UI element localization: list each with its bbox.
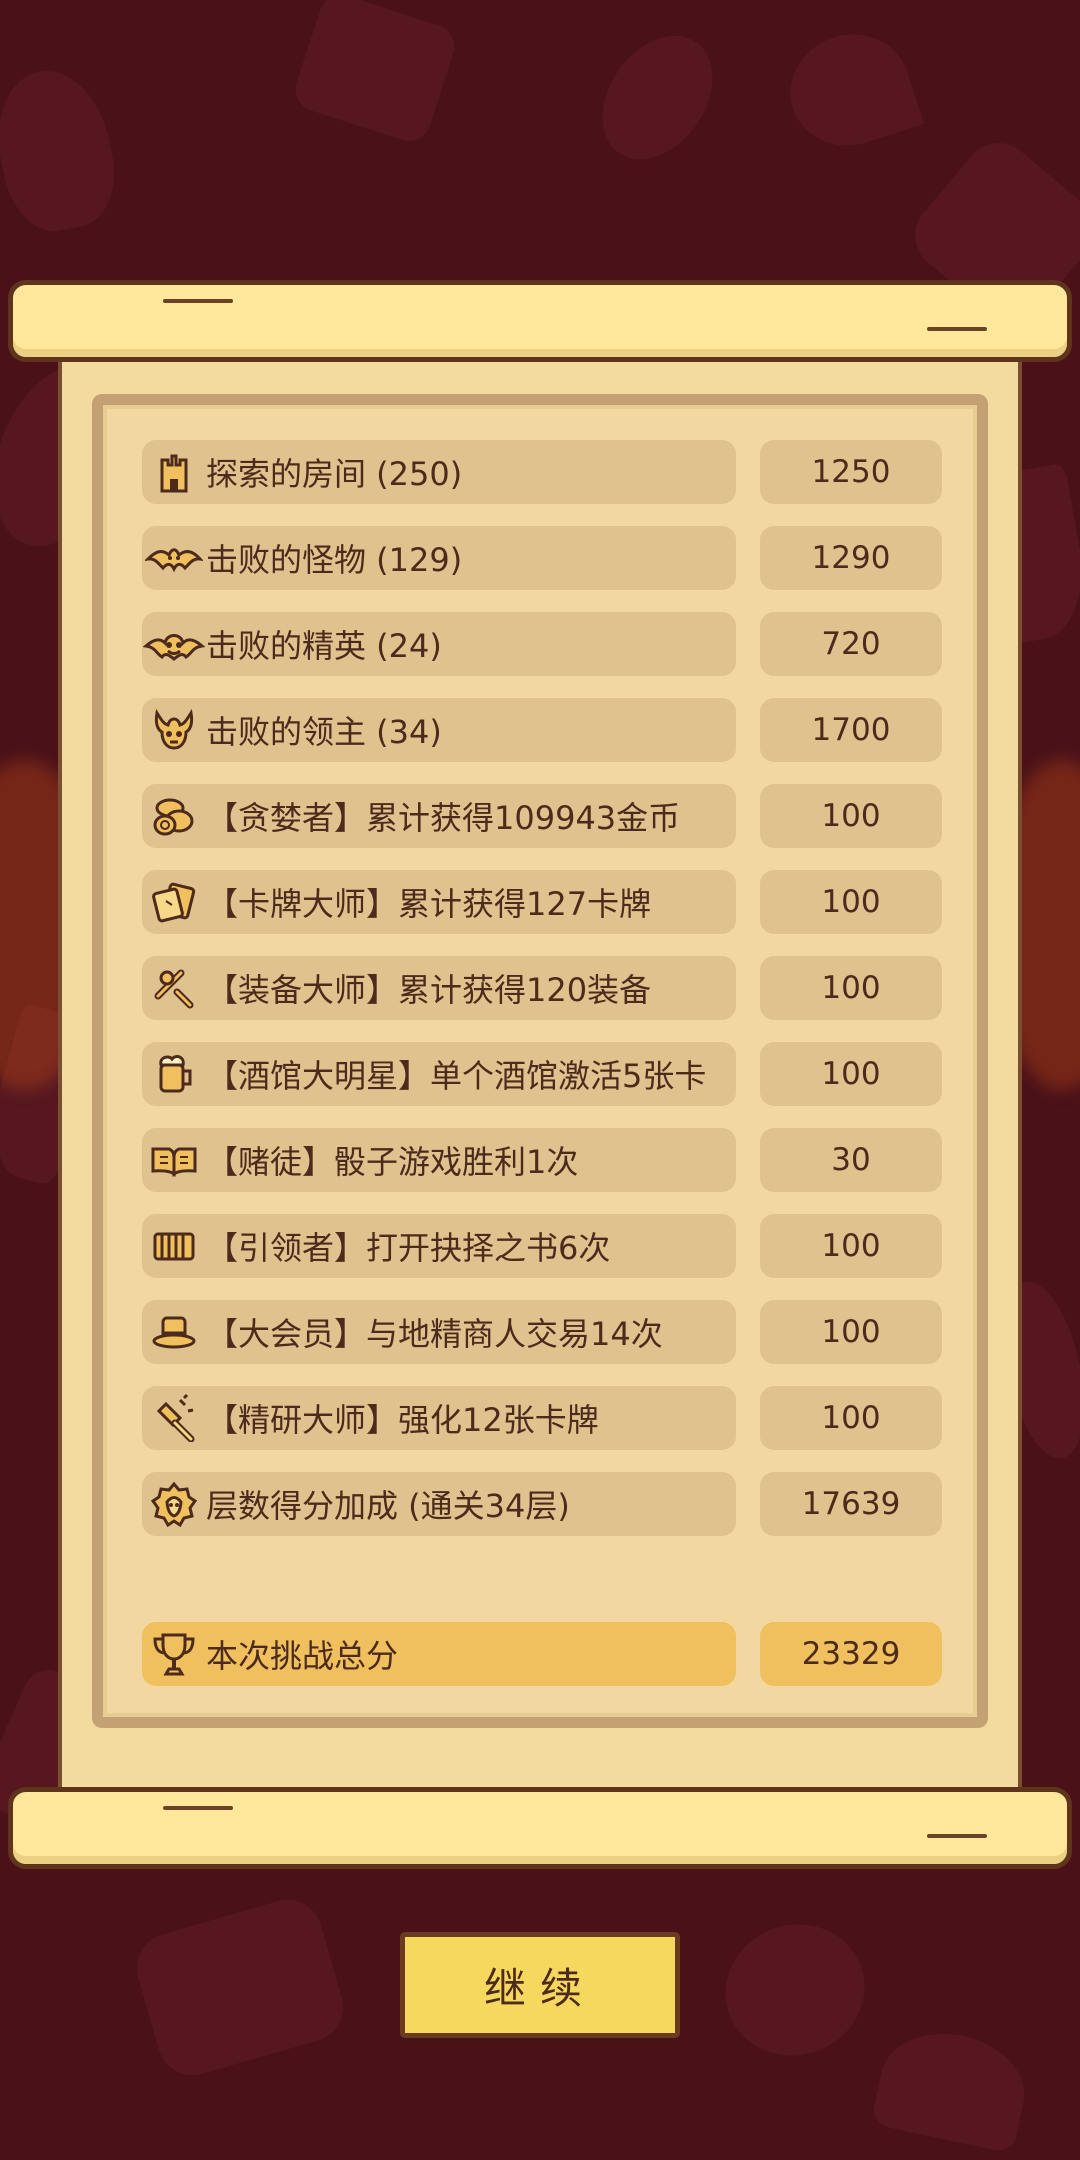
score-row-tavern: 【酒馆大明星】单个酒馆激活5张卡 100 <box>142 1042 942 1106</box>
hammer-icon <box>142 1386 206 1450</box>
score-row-rooms: 探索的房间 (250) 1250 <box>142 440 942 504</box>
score-value: 100 <box>760 1214 942 1278</box>
score-value: 17639 <box>760 1472 942 1536</box>
demon-face-icon <box>142 612 206 676</box>
score-label-pill: 【贪婪者】累计获得109943金币 <box>142 784 736 848</box>
total-score-value: 23329 <box>760 1622 942 1686</box>
continue-button[interactable]: 继续 <box>400 1932 680 2038</box>
score-label-pill: 击败的怪物 (129) <box>142 526 736 590</box>
total-score-row: 本次挑战总分 23329 <box>142 1622 942 1686</box>
score-value: 1250 <box>760 440 942 504</box>
score-label-pill: 层数得分加成 (通关34层) <box>142 1472 736 1536</box>
floor-bonus-icon <box>142 1472 206 1536</box>
score-row-floor-bonus: 层数得分加成 (通关34层) 17639 <box>142 1472 942 1536</box>
cards-icon <box>142 870 206 934</box>
total-label-pill: 本次挑战总分 <box>142 1622 736 1686</box>
score-row-gambler: 【赌徒】骰子游戏胜利1次 30 <box>142 1128 942 1192</box>
score-label: 击败的怪物 (129) <box>206 541 463 579</box>
score-label-pill: 击败的领主 (34) <box>142 698 736 762</box>
score-row-cards: 【卡牌大师】累计获得127卡牌 100 <box>142 870 942 934</box>
score-value: 720 <box>760 612 942 676</box>
score-label-pill: 【装备大师】累计获得120装备 <box>142 956 736 1020</box>
score-value: 30 <box>760 1128 942 1192</box>
score-label-pill: 【大会员】与地精商人交易14次 <box>142 1300 736 1364</box>
tower-icon <box>142 440 206 504</box>
score-row-member: 【大会员】与地精商人交易14次 100 <box>142 1300 942 1364</box>
score-row-upgrade: 【精研大师】强化12张卡牌 100 <box>142 1386 942 1450</box>
score-label: 【装备大师】累计获得120装备 <box>206 971 652 1009</box>
score-label: 【酒馆大明星】单个酒馆激活5张卡 <box>206 1057 707 1095</box>
score-label-pill: 【引领者】打开抉择之书6次 <box>142 1214 736 1278</box>
closed-book-icon <box>142 1214 206 1278</box>
score-value: 100 <box>760 870 942 934</box>
score-label-pill: 击败的精英 (24) <box>142 612 736 676</box>
score-scroll: 探索的房间 (250) 1250 击败的怪物 (129) 1290 击败的精英 … <box>0 0 1080 2160</box>
score-label: 【赌徒】骰子游戏胜利1次 <box>206 1143 579 1181</box>
score-label: 【贪婪者】累计获得109943金币 <box>206 799 681 837</box>
top-hat-icon <box>142 1300 206 1364</box>
score-label: 探索的房间 (250) <box>206 455 463 493</box>
scroll-top-roll <box>8 280 1072 362</box>
score-label-pill: 【精研大师】强化12张卡牌 <box>142 1386 736 1450</box>
score-value: 1290 <box>760 526 942 590</box>
score-row-leader: 【引领者】打开抉择之书6次 100 <box>142 1214 942 1278</box>
score-value: 100 <box>760 1386 942 1450</box>
score-label-pill: 【酒馆大明星】单个酒馆激活5张卡 <box>142 1042 736 1106</box>
gold-coins-icon <box>142 784 206 848</box>
trophy-icon <box>142 1622 206 1686</box>
score-value: 1700 <box>760 698 942 762</box>
boss-skull-icon <box>142 698 206 762</box>
score-label: 【引领者】打开抉择之书6次 <box>206 1229 611 1267</box>
score-label: 击败的精英 (24) <box>206 627 442 665</box>
score-label-pill: 【卡牌大师】累计获得127卡牌 <box>142 870 736 934</box>
score-label: 【精研大师】强化12张卡牌 <box>206 1401 599 1439</box>
score-label-pill: 探索的房间 (250) <box>142 440 736 504</box>
score-label: 【大会员】与地精商人交易14次 <box>206 1315 663 1353</box>
open-book-icon <box>142 1128 206 1192</box>
score-value: 100 <box>760 956 942 1020</box>
score-label-pill: 【赌徒】骰子游戏胜利1次 <box>142 1128 736 1192</box>
bat-icon <box>142 526 206 590</box>
scroll-bottom-roll <box>8 1787 1072 1869</box>
score-row-monsters: 击败的怪物 (129) 1290 <box>142 526 942 590</box>
score-label: 【卡牌大师】累计获得127卡牌 <box>206 885 652 923</box>
score-label: 击败的领主 (34) <box>206 713 442 751</box>
score-value: 100 <box>760 1300 942 1364</box>
score-row-equipment: 【装备大师】累计获得120装备 100 <box>142 956 942 1020</box>
score-value: 100 <box>760 1042 942 1106</box>
score-row-elites: 击败的精英 (24) 720 <box>142 612 942 676</box>
total-score-label: 本次挑战总分 <box>206 1637 399 1675</box>
equipment-icon <box>142 956 206 1020</box>
score-label: 层数得分加成 (通关34层) <box>206 1487 570 1525</box>
score-value: 100 <box>760 784 942 848</box>
beer-mug-icon <box>142 1042 206 1106</box>
score-row-bosses: 击败的领主 (34) 1700 <box>142 698 942 762</box>
score-row-gold: 【贪婪者】累计获得109943金币 100 <box>142 784 942 848</box>
